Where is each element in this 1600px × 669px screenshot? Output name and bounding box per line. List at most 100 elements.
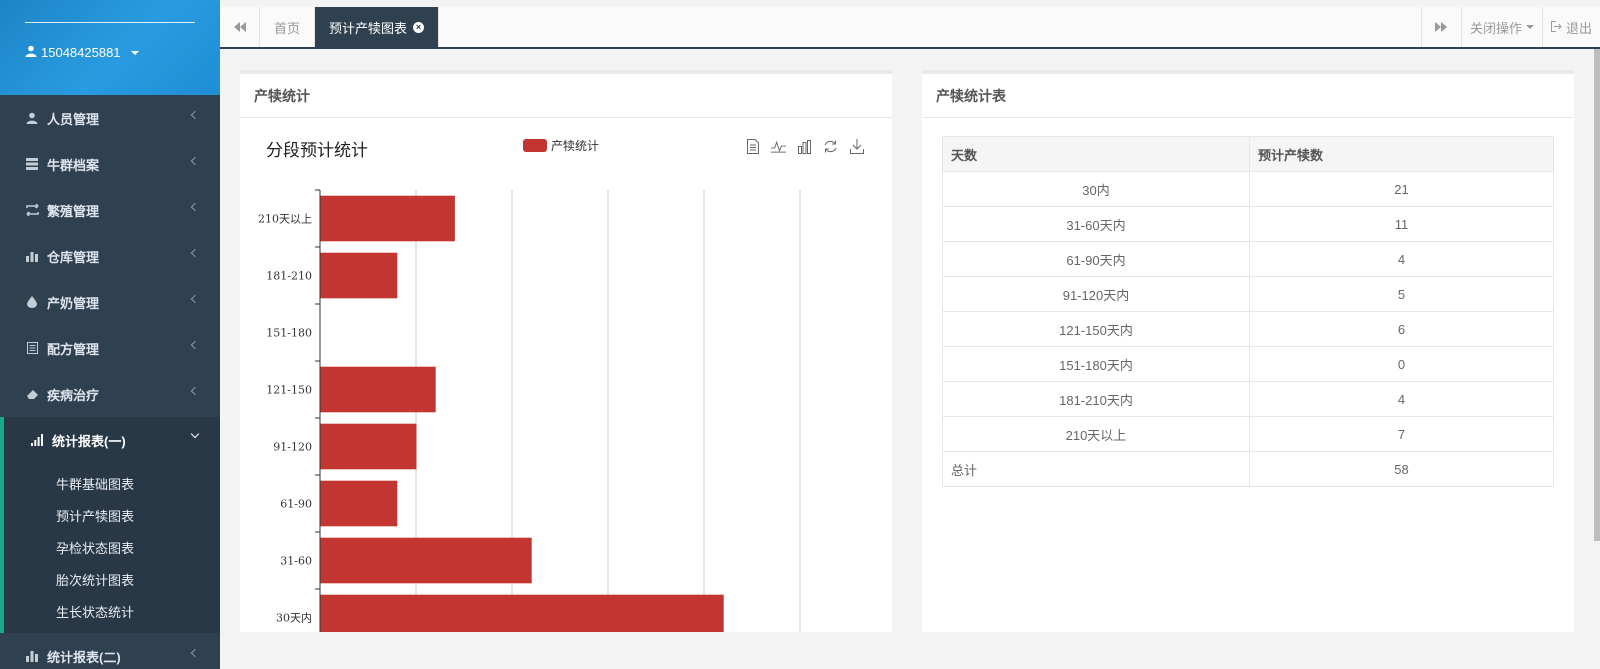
sidebar-item-reports-2[interactable]: 统计报表(二) (0, 633, 220, 669)
table-row: 30内 21 (942, 171, 1555, 207)
page-scrollbar[interactable] (1594, 49, 1600, 541)
subnav-item-growth[interactable]: 生长状态统计 (4, 595, 220, 627)
total-label: 总计 (942, 451, 1250, 487)
divider (25, 22, 195, 23)
table-cell: 11 (1248, 206, 1555, 242)
tab-label: 预计产犊图表 (329, 20, 408, 36)
y-tick-label: 61-90 (280, 498, 312, 511)
sidebar-item-label: 配方管理 (47, 341, 100, 357)
y-tick-label: 210天以上 (258, 213, 312, 226)
subnav-item-pregnancy[interactable]: 孕检状态图表 (4, 531, 220, 563)
sidebar-item-label: 人员管理 (47, 111, 100, 127)
column-header-count[interactable]: 预计产犊数 (1248, 136, 1555, 172)
user-menu[interactable]: 15048425881 (25, 45, 139, 60)
bar (320, 537, 532, 584)
sidebar: 15048425881 人员管理 牛群档案 繁殖管理 仓库管理 产奶管理 配方管… (0, 0, 220, 669)
bar-chart: 30天内 31-60 61-90 91-120 121-150 151-180 181-21… (258, 189, 801, 632)
bar-chart-icon (25, 649, 39, 663)
sidebar-item-label: 统计报表(一) (52, 433, 126, 449)
table-row: 121-150天内 6 (942, 311, 1555, 347)
sidebar-item-label: 疾病治疗 (47, 387, 100, 403)
user-phone: 15048425881 (41, 45, 121, 60)
retweet-icon (25, 203, 39, 217)
y-tick-label: 31-60 (280, 555, 312, 568)
table-total-row: 总计 58 (942, 451, 1555, 487)
table-cell: 151-180天内 (942, 346, 1250, 382)
panel-title: 产犊统计表 (922, 74, 1574, 118)
tab-bar: 首页 预计产犊图表 × 关闭操作 退出 (220, 7, 1600, 49)
chevron-down-icon (1525, 25, 1534, 29)
close-icon[interactable]: × (413, 21, 425, 33)
chevron-left-icon (190, 294, 200, 304)
subnav-item-parity[interactable]: 胎次统计图表 (4, 563, 220, 595)
panel-title: 产犊统计 (240, 74, 892, 118)
sidebar-item-label: 繁殖管理 (47, 203, 100, 219)
y-tick-label: 30天内 (276, 611, 312, 625)
table-row: 181-210天内 4 (942, 381, 1555, 417)
chevron-left-icon (190, 386, 200, 396)
bar (320, 252, 398, 299)
subnav-item-herd-basic[interactable]: 牛群基础图表 (4, 467, 220, 499)
chevron-down-icon (190, 429, 200, 439)
table-cell: 91-120天内 (942, 276, 1250, 312)
sidebar-item-warehouse[interactable]: 仓库管理 (0, 233, 220, 279)
sidebar-item-milk[interactable]: 产奶管理 (0, 279, 220, 325)
y-tick-label: 151-180 (266, 327, 312, 340)
y-tick-label: 91-120 (273, 441, 312, 454)
y-tick-label: 121-150 (266, 384, 312, 397)
table-header-row: 天数 预计产犊数 (942, 136, 1555, 172)
sidebar-item-personnel[interactable]: 人员管理 (0, 95, 220, 141)
chevron-left-icon (190, 202, 200, 212)
logout-label: 退出 (1565, 20, 1592, 36)
table-row: 151-180天内 0 (942, 346, 1555, 382)
table-row: 91-120天内 5 (942, 276, 1555, 312)
table-cell: 181-210天内 (942, 381, 1250, 417)
building-icon (25, 249, 39, 263)
user-icon (25, 111, 39, 125)
subnav-reports-1: 牛群基础图表 预计产犊图表 孕检状态图表 胎次统计图表 生长状态统计 (0, 463, 220, 633)
table-cell: 0 (1248, 346, 1555, 382)
table-cell: 4 (1248, 241, 1555, 277)
sidebar-item-label: 产奶管理 (47, 295, 100, 311)
nav-menu: 人员管理 牛群档案 繁殖管理 仓库管理 产奶管理 配方管理 疾病治疗 统计报表(… (0, 95, 220, 463)
sidebar-item-reports-1[interactable]: 统计报表(一) (0, 417, 220, 463)
chevron-left-icon (190, 156, 200, 166)
bar (320, 366, 436, 413)
scroll-tabs-right-button[interactable] (1420, 7, 1461, 47)
backward-icon (233, 20, 246, 35)
table-cell: 61-90天内 (942, 241, 1250, 277)
sidebar-item-formula[interactable]: 配方管理 (0, 325, 220, 371)
chevron-down-icon (130, 50, 139, 55)
subnav-item-calving[interactable]: 预计产犊图表 (4, 499, 220, 531)
server-icon (25, 157, 39, 171)
tab-calving-chart[interactable]: 预计产犊图表 × (315, 7, 440, 47)
table-cell: 5 (1248, 276, 1555, 312)
sidebar-item-breeding[interactable]: 繁殖管理 (0, 187, 220, 233)
logout-button[interactable]: 退出 (1541, 7, 1600, 47)
table-cell: 6 (1248, 311, 1555, 347)
sidebar-item-label: 统计报表(二) (47, 649, 121, 665)
table-cell: 30内 (942, 171, 1250, 207)
sidebar-item-label: 牛群档案 (47, 157, 100, 173)
scroll-tabs-left-button[interactable] (220, 7, 260, 47)
chevron-left-icon (190, 248, 200, 258)
sidebar-header: 15048425881 (0, 0, 220, 95)
close-ops-dropdown[interactable]: 关闭操作 (1460, 7, 1542, 47)
close-ops-label: 关闭操作 (1469, 20, 1522, 36)
bar (320, 195, 455, 242)
chevron-left-icon (190, 340, 200, 350)
calving-table: 天数 预计产犊数 30内 21 31-60天内 11 61-90天内 4 91-120… (942, 136, 1555, 487)
bar (320, 594, 724, 632)
total-value: 58 (1248, 451, 1555, 487)
sidebar-item-disease[interactable]: 疾病治疗 (0, 371, 220, 417)
list-icon (25, 341, 39, 355)
tint-icon (25, 295, 39, 309)
chevron-left-icon (190, 648, 200, 658)
table-row: 210天以上 7 (942, 416, 1555, 452)
sidebar-item-herd[interactable]: 牛群档案 (0, 141, 220, 187)
column-header-days[interactable]: 天数 (942, 136, 1250, 172)
tab-home[interactable]: 首页 (260, 7, 316, 47)
table-cell: 210天以上 (942, 416, 1250, 452)
table-cell: 7 (1248, 416, 1555, 452)
table-cell: 4 (1248, 381, 1555, 417)
